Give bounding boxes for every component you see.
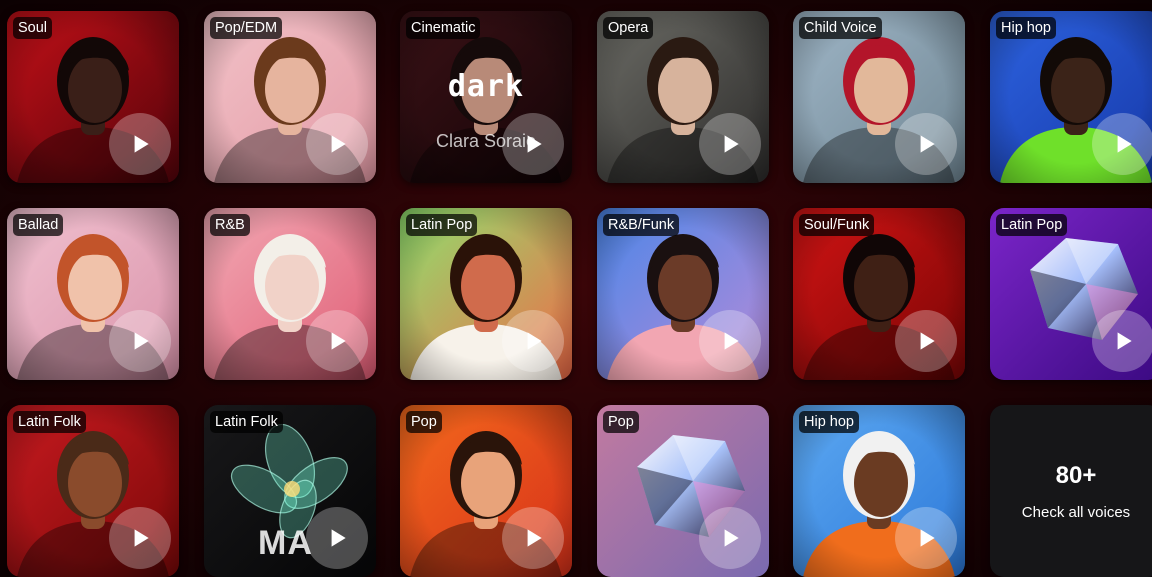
play-triangle [1117,135,1132,153]
play-triangle [920,135,935,153]
genre-tag: Latin Folk [13,411,86,433]
voice-card[interactable]: Latin Pop [990,208,1152,380]
play-icon[interactable] [109,507,171,569]
play-icon[interactable] [502,507,564,569]
play-icon[interactable] [895,113,957,175]
play-icon[interactable] [502,310,564,372]
play-triangle [920,529,935,547]
play-triangle [527,332,542,350]
play-icon[interactable] [109,113,171,175]
play-icon[interactable] [306,113,368,175]
voice-card[interactable]: Latin Folk [7,405,179,577]
voice-card[interactable]: Opera [597,11,769,183]
genre-tag: Hip hop [996,17,1056,39]
play-icon[interactable] [699,310,761,372]
genre-tag: Latin Pop [996,214,1068,236]
genre-tag: Latin Pop [406,214,478,236]
play-triangle [331,135,346,153]
play-triangle [724,529,739,547]
voice-card[interactable]: Pop [400,405,572,577]
genre-tag: Pop [603,411,639,433]
play-triangle [331,529,346,547]
play-triangle [920,332,935,350]
voice-card[interactable]: Pop [597,405,769,577]
play-triangle [1117,332,1132,350]
voice-card[interactable]: Latin Pop [400,208,572,380]
play-triangle [134,529,149,547]
play-triangle [724,332,739,350]
voice-count: 80+ [1055,461,1097,489]
play-icon[interactable] [699,507,761,569]
check-all-voices-link[interactable]: Check all voices [1022,504,1130,521]
album-title-text: dark [447,69,525,104]
voice-card[interactable]: MA Latin Folk [204,405,376,577]
play-icon[interactable] [306,507,368,569]
play-icon[interactable] [502,113,564,175]
play-triangle [134,135,149,153]
voice-card[interactable]: Child Voice [793,11,965,183]
voice-card[interactable]: Soul [7,11,179,183]
play-triangle [724,135,739,153]
play-triangle [134,332,149,350]
voice-card[interactable]: Hip hop [793,405,965,577]
play-icon[interactable] [1092,113,1152,175]
play-triangle [527,529,542,547]
voice-card[interactable]: dark Clara Soraie Cinematic [400,11,572,183]
genre-tag: Pop [406,411,442,433]
cover-logo-text: MA [258,524,313,562]
play-icon[interactable] [306,310,368,372]
play-triangle [527,135,542,153]
genre-tag: R&B [210,214,250,236]
genre-tag: Hip hop [799,411,859,433]
play-triangle [331,332,346,350]
play-icon[interactable] [895,507,957,569]
genre-tag: Latin Folk [210,411,283,433]
genre-tag: Soul [13,17,53,39]
genre-tag: R&B/Funk [603,214,680,236]
voice-card[interactable]: Soul/Funk [793,208,965,380]
genre-tag: Cinematic [406,17,481,39]
genre-tag: Ballad [13,214,64,236]
genre-tag: Child Voice [799,17,882,39]
voice-grid: Soul Pop/EDM dark Clara Soraie Cinematic… [0,0,1152,577]
genre-tag: Pop/EDM [210,17,283,39]
voice-card[interactable]: R&B/Funk [597,208,769,380]
genre-tag: Soul/Funk [799,214,875,236]
play-icon[interactable] [699,113,761,175]
genre-tag: Opera [603,17,654,39]
voice-card[interactable]: R&B [204,208,376,380]
voice-card[interactable]: Hip hop [990,11,1152,183]
voice-card[interactable]: Ballad [7,208,179,380]
check-all-voices-card[interactable]: 80+ Check all voices [990,405,1152,577]
play-icon[interactable] [1092,310,1152,372]
voice-card[interactable]: Pop/EDM [204,11,376,183]
play-icon[interactable] [109,310,171,372]
play-icon[interactable] [895,310,957,372]
